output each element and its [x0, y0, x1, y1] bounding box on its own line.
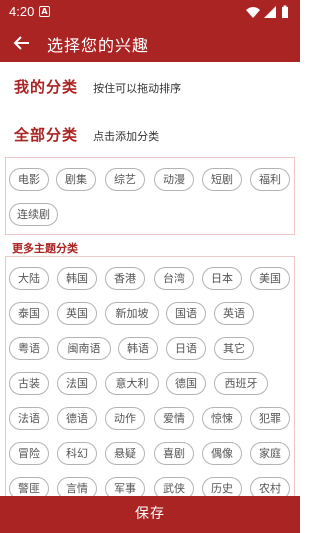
notification-icon: A [39, 6, 50, 17]
tag-item[interactable]: 西班牙 [214, 372, 268, 395]
tag-item[interactable]: 冒险 [9, 442, 49, 465]
tag-item[interactable]: 日本 [202, 267, 242, 290]
tag-item[interactable]: 悬疑 [105, 442, 145, 465]
page-title: 选择您的兴趣 [47, 36, 150, 55]
back-button[interactable] [12, 33, 32, 53]
tag-item[interactable]: 新加坡 [105, 302, 159, 325]
tag-item[interactable]: 犯罪 [250, 407, 290, 430]
my-categories-hint: 按住可以拖动排序 [93, 82, 182, 95]
tag-item[interactable]: 历史 [202, 477, 242, 496]
system-icons [244, 5, 292, 19]
app-bar: 选择您的兴趣 [0, 24, 300, 62]
wifi-icon [246, 7, 260, 18]
tag-item[interactable]: 科幻 [57, 442, 97, 465]
tag-item[interactable]: 动漫 [154, 168, 194, 191]
all-categories-hint: 点击添加分类 [93, 130, 160, 143]
tag-item[interactable]: 意大利 [105, 372, 159, 395]
tag-item[interactable]: 德国 [166, 372, 206, 395]
signal-icon [264, 6, 276, 18]
tag-item[interactable]: 大陆 [9, 267, 49, 290]
tag-item[interactable]: 警匪 [9, 477, 49, 496]
tag-item[interactable]: 德语 [57, 407, 97, 430]
tag-item[interactable]: 法语 [9, 407, 49, 430]
my-categories-header: 我的分类 按住可以拖动排序 [14, 76, 181, 97]
tag-item[interactable]: 法国 [57, 372, 97, 395]
tag-item[interactable]: 粤语 [9, 337, 49, 360]
tag-item[interactable]: 动作 [105, 407, 145, 430]
battery-icon [282, 5, 288, 18]
tag-item[interactable]: 福利 [250, 168, 290, 191]
tag-item[interactable]: 香港 [105, 267, 145, 290]
tag-item[interactable]: 泰国 [9, 302, 49, 325]
tag-item[interactable]: 英国 [57, 302, 97, 325]
status-bar: 4:20 A [0, 0, 300, 24]
tag-item[interactable]: 偶像 [202, 442, 242, 465]
tag-item[interactable]: 韩国 [57, 267, 97, 290]
tag-item[interactable]: 美国 [250, 267, 290, 290]
tag-item[interactable]: 综艺 [105, 168, 145, 191]
save-button[interactable]: 保存 [0, 496, 300, 533]
more-tag-box: 大陆 韩国 香港 台湾 日本 美国 泰国 英国 新加坡 国语 英语 粤语 闽南语… [5, 256, 295, 496]
tag-item[interactable]: 剧集 [56, 168, 96, 191]
tag-item[interactable]: 古装 [9, 372, 49, 395]
all-categories-header: 全部分类 点击添加分类 [14, 124, 159, 145]
tag-item[interactable]: 英语 [214, 302, 254, 325]
tag-item[interactable]: 连续剧 [9, 203, 58, 226]
tag-item[interactable]: 武侠 [154, 477, 194, 496]
tag-item[interactable]: 家庭 [250, 442, 290, 465]
tag-item[interactable]: 台湾 [154, 267, 194, 290]
tag-item[interactable]: 短剧 [202, 168, 242, 191]
main-tag-box: 电影 剧集 综艺 动漫 短剧 福利 连续剧 [5, 157, 295, 235]
all-categories-title: 全部分类 [14, 126, 79, 144]
tag-item[interactable]: 韩语 [118, 337, 158, 360]
tag-item[interactable]: 其它 [214, 337, 254, 360]
tag-item[interactable]: 闽南语 [57, 337, 111, 360]
tag-item[interactable]: 农村 [250, 477, 290, 496]
tag-item[interactable]: 军事 [105, 477, 145, 496]
tag-item[interactable]: 电影 [9, 168, 49, 191]
tag-item[interactable]: 惊悚 [202, 407, 242, 430]
tag-item[interactable]: 爱情 [154, 407, 194, 430]
tag-item[interactable]: 喜剧 [154, 442, 194, 465]
tag-item[interactable]: 日语 [166, 337, 206, 360]
tag-item[interactable]: 国语 [166, 302, 206, 325]
more-categories-title: 更多主题分类 [12, 242, 78, 255]
status-time: 4:20 [9, 4, 35, 19]
arrow-left-icon [13, 36, 29, 50]
my-categories-title: 我的分类 [14, 78, 79, 96]
tag-item[interactable]: 言情 [57, 477, 97, 496]
